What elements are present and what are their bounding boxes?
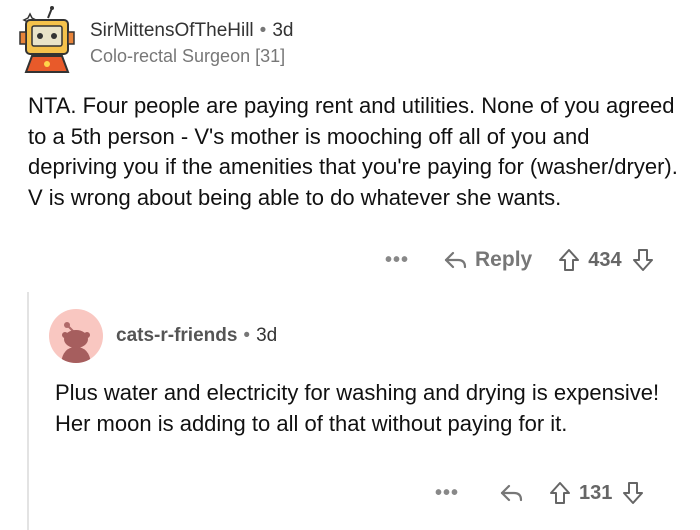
reply-button[interactable] xyxy=(499,482,523,504)
reply-author-line: cats-r-friends • 3d xyxy=(116,325,277,347)
reply-username[interactable]: cats-r-friends xyxy=(116,325,237,346)
comment-age: 3d xyxy=(272,20,294,41)
more-options-button[interactable]: ••• xyxy=(385,249,409,272)
comment-author-line: SirMittensOfTheHill • 3d xyxy=(90,20,293,42)
more-options-button[interactable]: ••• xyxy=(435,482,459,505)
vote-controls: 131 xyxy=(549,481,644,505)
reply-action-bar: ••• 131 xyxy=(435,477,644,509)
reply-age: 3d xyxy=(256,325,278,346)
upvote-arrow-icon[interactable] xyxy=(549,481,571,505)
downvote-arrow-icon[interactable] xyxy=(632,248,654,272)
reply-arrow-icon xyxy=(444,251,467,269)
vote-count: 434 xyxy=(588,248,622,271)
separator-dot: • xyxy=(259,20,267,41)
vote-controls: 434 xyxy=(558,248,653,272)
snoo-avatar-icon xyxy=(61,322,91,363)
reply-label: Reply xyxy=(475,248,533,271)
thread-line[interactable] xyxy=(27,292,29,530)
reply-button[interactable]: Reply xyxy=(443,248,532,272)
vote-count: 131 xyxy=(579,481,613,504)
reply-body: Plus water and electricity for washing a… xyxy=(55,380,660,436)
reply-arrow-icon xyxy=(500,484,523,502)
separator-dot: • xyxy=(243,325,251,346)
user-flair: Colo-rectal Surgeon [31] xyxy=(90,46,286,66)
comment-action-bar: ••• Reply 434 xyxy=(385,244,654,276)
upvote-arrow-icon[interactable] xyxy=(558,248,580,272)
comment-body: NTA. Four people are paying rent and uti… xyxy=(28,93,678,210)
reply-user-avatar[interactable] xyxy=(49,309,103,363)
user-avatar[interactable] xyxy=(12,6,80,74)
comment-username[interactable]: SirMittensOfTheHill xyxy=(90,20,254,41)
downvote-arrow-icon[interactable] xyxy=(622,481,644,505)
